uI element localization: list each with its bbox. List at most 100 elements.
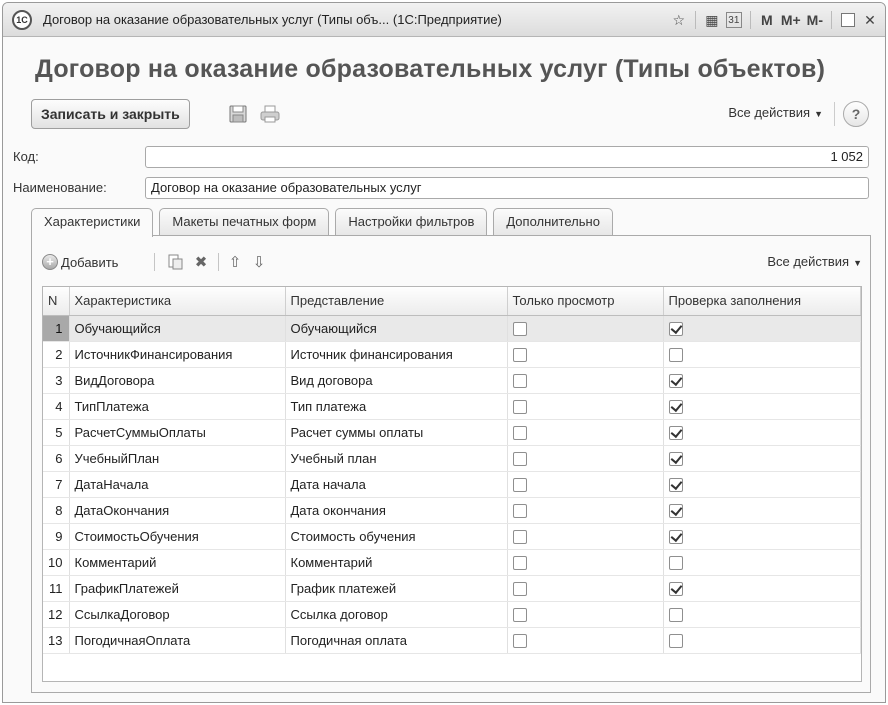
check-fill-checkbox[interactable]: [668, 321, 683, 336]
check-fill-cell[interactable]: [663, 601, 861, 628]
view-only-cell[interactable]: [507, 315, 664, 342]
close-icon[interactable]: ✕: [859, 8, 881, 32]
code-field[interactable]: 1 052: [145, 146, 869, 168]
representation-cell[interactable]: Источник финансирования: [285, 341, 508, 368]
row-number[interactable]: 8: [43, 497, 70, 524]
column-header-representation[interactable]: Представление: [285, 287, 508, 316]
row-number[interactable]: 7: [43, 471, 70, 498]
row-number[interactable]: 5: [43, 419, 70, 446]
row-number[interactable]: 11: [43, 575, 70, 602]
characteristic-cell[interactable]: ГрафикПлатежей: [69, 575, 286, 602]
characteristic-cell[interactable]: СсылкаДоговор: [69, 601, 286, 628]
row-number[interactable]: 4: [43, 393, 70, 420]
save-and-close-button[interactable]: Записать и закрыть: [31, 99, 190, 129]
column-header-n[interactable]: N: [43, 287, 70, 316]
view-only-checkbox[interactable]: [512, 321, 527, 336]
characteristic-cell[interactable]: ДатаНачала: [69, 471, 286, 498]
characteristic-cell[interactable]: ДатаОкончания: [69, 497, 286, 524]
check-fill-cell[interactable]: [663, 471, 861, 498]
view-only-checkbox[interactable]: [512, 581, 527, 596]
check-fill-checkbox[interactable]: [668, 633, 683, 648]
row-number[interactable]: 13: [43, 627, 70, 654]
check-fill-checkbox[interactable]: [668, 373, 683, 388]
tab-print-layouts[interactable]: Макеты печатных форм: [159, 208, 330, 235]
characteristic-cell[interactable]: Комментарий: [69, 549, 286, 576]
characteristic-cell[interactable]: УчебныйПлан: [69, 445, 286, 472]
row-number[interactable]: 6: [43, 445, 70, 472]
calendar-icon[interactable]: 31: [725, 12, 742, 28]
table-row[interactable]: 3 ВидДоговора Вид договора: [43, 367, 861, 394]
check-fill-cell[interactable]: [663, 367, 861, 394]
characteristic-cell[interactable]: ВидДоговора: [69, 367, 286, 394]
view-only-checkbox[interactable]: [512, 503, 527, 518]
memory-m-button[interactable]: M: [756, 8, 778, 32]
check-fill-cell[interactable]: [663, 627, 861, 654]
representation-cell[interactable]: Дата окончания: [285, 497, 508, 524]
check-fill-checkbox[interactable]: [668, 503, 683, 518]
view-only-cell[interactable]: [507, 627, 664, 654]
check-fill-cell[interactable]: [663, 445, 861, 472]
representation-cell[interactable]: Обучающийся: [285, 315, 508, 342]
table-row[interactable]: 12 СсылкаДоговор Ссылка договор: [43, 601, 861, 628]
row-number[interactable]: 10: [43, 549, 70, 576]
table-row[interactable]: 10 Комментарий Комментарий: [43, 549, 861, 576]
tab-additional[interactable]: Дополнительно: [493, 208, 613, 235]
move-up-icon[interactable]: ⇧: [226, 253, 244, 271]
copy-icon[interactable]: [166, 253, 184, 271]
check-fill-checkbox[interactable]: [668, 477, 683, 492]
view-only-cell[interactable]: [507, 575, 664, 602]
view-only-checkbox[interactable]: [512, 399, 527, 414]
check-fill-checkbox[interactable]: [668, 555, 683, 570]
check-fill-cell[interactable]: [663, 419, 861, 446]
table-row[interactable]: 2 ИсточникФинансирования Источник финансир…: [43, 341, 861, 368]
table-row[interactable]: 8 ДатаОкончания Дата окончания: [43, 497, 861, 524]
check-fill-checkbox[interactable]: [668, 607, 683, 622]
view-only-checkbox[interactable]: [512, 555, 527, 570]
delete-icon[interactable]: ✖: [192, 253, 210, 271]
representation-cell[interactable]: Тип платежа: [285, 393, 508, 420]
1c-logo-icon[interactable]: 1С: [12, 10, 32, 30]
view-only-cell[interactable]: [507, 471, 664, 498]
representation-cell[interactable]: Ссылка договор: [285, 601, 508, 628]
table-row[interactable]: 13 ПогодичнаяОплата Погодичная оплата: [43, 627, 861, 654]
row-number[interactable]: 2: [43, 341, 70, 368]
view-only-cell[interactable]: [507, 445, 664, 472]
representation-cell[interactable]: Стоимость обучения: [285, 523, 508, 550]
print-icon[interactable]: [259, 104, 281, 124]
check-fill-cell[interactable]: [663, 497, 861, 524]
check-fill-cell[interactable]: [663, 575, 861, 602]
characteristic-cell[interactable]: ИсточникФинансирования: [69, 341, 286, 368]
table-row[interactable]: 5 РасчетСуммыОплаты Расчет суммы оплаты: [43, 419, 861, 446]
view-only-cell[interactable]: [507, 393, 664, 420]
view-only-checkbox[interactable]: [512, 633, 527, 648]
table-all-actions-menu[interactable]: Все действия ▼: [767, 254, 862, 269]
view-only-checkbox[interactable]: [512, 425, 527, 440]
check-fill-cell[interactable]: [663, 523, 861, 550]
favorite-star-icon[interactable]: ☆: [668, 8, 690, 32]
calculator-icon[interactable]: ▦: [701, 8, 723, 32]
characteristics-table[interactable]: N Характеристика Представление Только пр…: [42, 286, 862, 682]
view-only-checkbox[interactable]: [512, 373, 527, 388]
check-fill-cell[interactable]: [663, 315, 861, 342]
column-header-characteristic[interactable]: Характеристика: [69, 287, 286, 316]
view-only-checkbox[interactable]: [512, 607, 527, 622]
representation-cell[interactable]: Расчет суммы оплаты: [285, 419, 508, 446]
characteristic-cell[interactable]: ПогодичнаяОплата: [69, 627, 286, 654]
representation-cell[interactable]: Учебный план: [285, 445, 508, 472]
help-button[interactable]: ?: [843, 101, 869, 127]
view-only-checkbox[interactable]: [512, 477, 527, 492]
move-down-icon[interactable]: ⇩: [250, 253, 268, 271]
representation-cell[interactable]: Вид договора: [285, 367, 508, 394]
check-fill-checkbox[interactable]: [668, 581, 683, 596]
row-number[interactable]: 12: [43, 601, 70, 628]
characteristic-cell[interactable]: Обучающийся: [69, 315, 286, 342]
tab-filter-settings[interactable]: Настройки фильтров: [335, 208, 488, 235]
view-only-cell[interactable]: [507, 549, 664, 576]
check-fill-cell[interactable]: [663, 393, 861, 420]
table-row[interactable]: 11 ГрафикПлатежей График платежей: [43, 575, 861, 602]
add-button[interactable]: + Добавить: [42, 250, 118, 274]
all-actions-menu[interactable]: Все действия ▼: [728, 105, 823, 120]
row-number[interactable]: 1: [43, 315, 70, 342]
memory-m-plus-button[interactable]: M+: [778, 8, 804, 32]
check-fill-checkbox[interactable]: [668, 451, 683, 466]
